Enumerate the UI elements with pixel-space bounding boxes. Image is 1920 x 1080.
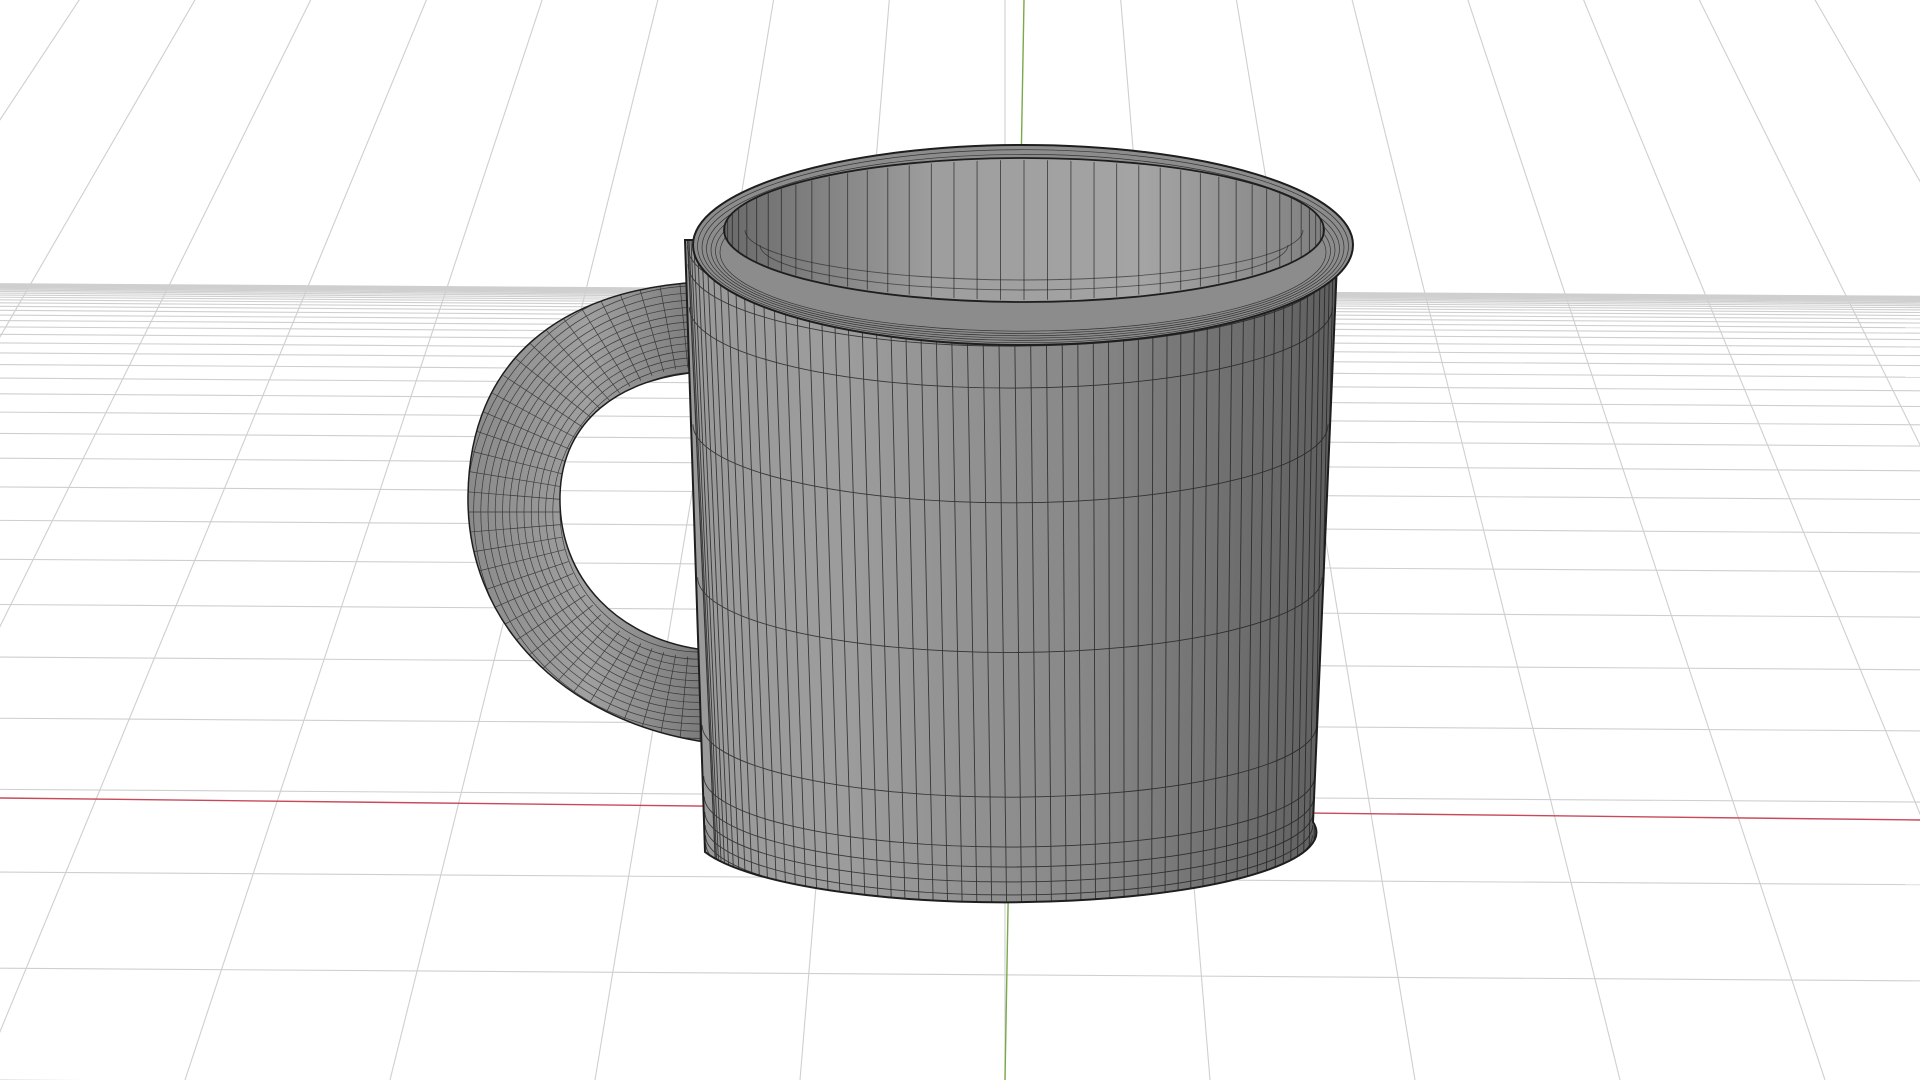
3d-viewport[interactable]	[0, 0, 1920, 1080]
viewport-canvas	[0, 0, 1920, 1080]
mug-handle[interactable]	[459, 271, 706, 753]
grid-line	[0, 967, 1920, 982]
